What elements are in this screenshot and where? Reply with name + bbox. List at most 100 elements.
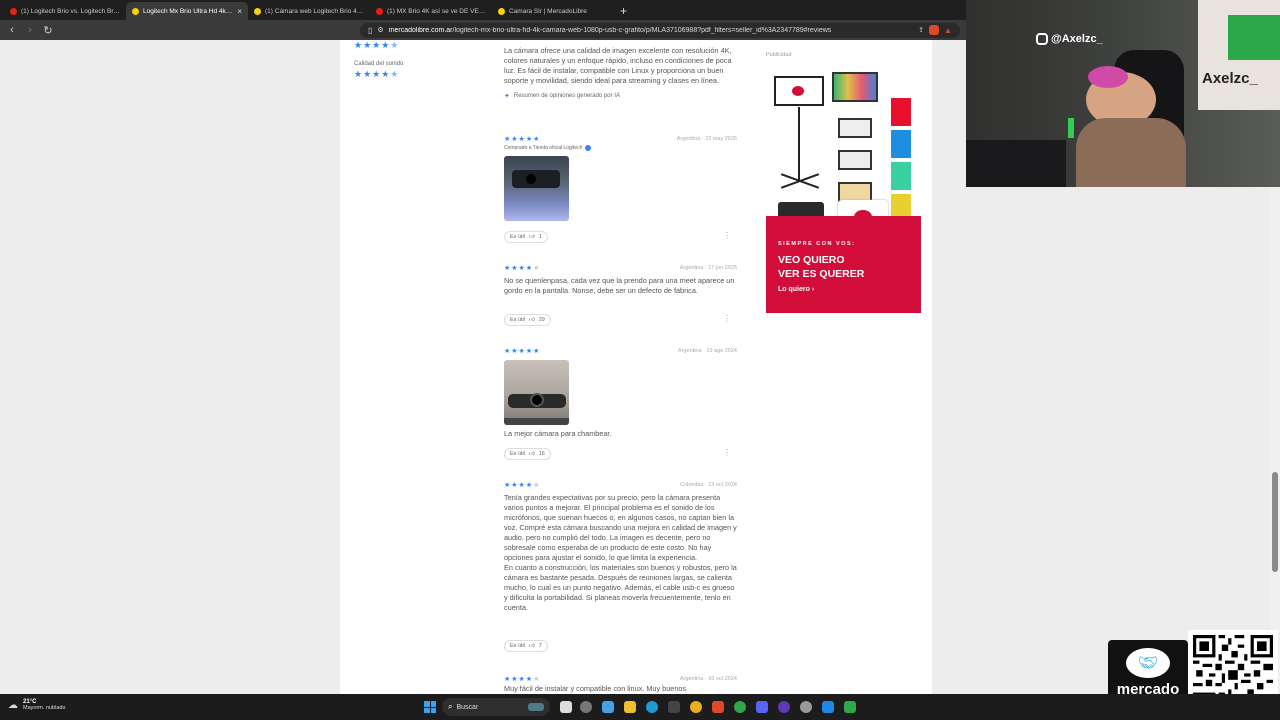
file-explorer-icon[interactable]: [624, 701, 636, 713]
mercadolibre-favicon-icon: [132, 7, 139, 15]
camera-app-icon[interactable]: [580, 701, 592, 713]
helpful-button[interactable]: Es útil 👍︎ 1: [504, 231, 548, 243]
ad-banner[interactable]: SIEMPRE CON VOS: VEO QUIERO VER ES QUERE…: [766, 216, 921, 313]
thumbs-up-icon: 👍︎: [528, 451, 535, 457]
tab-label: Logitech Mx Brio Ultra Hd 4k Ca: [143, 7, 234, 15]
tab-label: (1) Cámara web Logitech Brio 4K 90: [265, 7, 364, 15]
url-text: mercadolibre.com.ar/logitech-mx-brio-ult…: [388, 26, 832, 34]
more-options-icon[interactable]: ⋮: [723, 448, 731, 457]
close-icon[interactable]: ×: [237, 7, 242, 16]
browser-tab[interactable]: (1) MX Brio 4K así se ve DE VERDAD: [370, 2, 492, 20]
helpful-button[interactable]: Es útil 👍︎ 16: [504, 448, 551, 460]
browser-tab[interactable]: (1) Cámara web Logitech Brio 4K 90: [248, 2, 370, 20]
ad-headline-1: VEO QUIERO: [778, 254, 845, 266]
ad-label: Publicidad: [766, 52, 792, 58]
review-card: ★★★★★ Argentina · 16 oct 2024 Muy fácil …: [504, 675, 737, 694]
instagram-handle: @Axelzc_: [1036, 33, 1103, 45]
browser-tab-bar: (1) Logitech Brio vs. Logitech Brio MX L…: [0, 0, 966, 20]
purchase-note-row: Comprado a Tienda oficial Logitech: [504, 145, 737, 151]
review-meta: Argentina · 22 may 2025: [676, 136, 737, 142]
weather-widget[interactable]: ☁ 21°C Mayorm. nublado: [8, 699, 66, 711]
ad-cta[interactable]: Lo quiero ›: [778, 286, 814, 293]
new-tab-button[interactable]: +: [614, 4, 633, 20]
task-view-icon[interactable]: [560, 701, 572, 713]
cloud-icon: ☁: [8, 699, 18, 711]
wall-text: Axelzc_: [1202, 70, 1258, 87]
star-rating: ★★★★★: [354, 40, 400, 50]
helpful-button[interactable]: Es útil 👍︎ 7: [504, 640, 548, 652]
screen: (1) Logitech Brio vs. Logitech Brio MX L…: [0, 0, 1280, 720]
ai-note: Resumen de opiniones generado por IA: [513, 93, 620, 99]
review-card: ★★★★★ Argentina · 17 jun 2025 No se quen…: [504, 264, 737, 334]
youtube-favicon-icon: [376, 7, 383, 15]
tab-label: (1) MX Brio 4K así se ve DE VERDAD: [387, 7, 486, 15]
settings-icon[interactable]: [800, 701, 812, 713]
reload-icon[interactable]: ↻: [42, 24, 54, 37]
site-info-icon[interactable]: ⚙: [377, 26, 383, 34]
review-card: ★★★★★ Argentina · 19 ago 2024 La mejor c…: [504, 347, 737, 465]
summary-text: La cámara ofrece una calidad de imagen e…: [504, 46, 732, 85]
obs-icon[interactable]: [778, 701, 790, 713]
ai-summary: La cámara ofrece una calidad de imagen e…: [504, 46, 737, 100]
back-icon[interactable]: ‹: [6, 24, 18, 36]
review-meta: Colombia · 13 oct 2024: [680, 482, 737, 488]
review-card: ★★★★★ Colombia · 13 oct 2024 Tenía grand…: [504, 481, 737, 661]
brave-rewards-icon[interactable]: ▲: [944, 26, 952, 35]
review-photo[interactable]: [504, 156, 569, 221]
edge-icon[interactable]: [646, 701, 658, 713]
rating-breakdown: ★★★★★ Calidad del sonido ★★★★★: [354, 40, 403, 80]
browser-toolbar: ‹ › ↻ ▯ ⚙ mercadolibre.com.ar/logitech-m…: [0, 20, 966, 40]
xbox-app-icon[interactable]: [844, 701, 856, 713]
bookmark-icon[interactable]: ▯: [368, 26, 372, 35]
windows-taskbar: ☁ 21°C Mayorm. nublado ⌕ Buscar: [0, 694, 1280, 720]
helpful-button[interactable]: Es útil 👍︎ 29: [504, 314, 551, 326]
tab-label: (1) Logitech Brio vs. Logitech Brio MX: [21, 7, 120, 15]
thumbs-up-icon: 👍︎: [528, 643, 535, 649]
handshake-icon: 🤝︎: [1126, 648, 1170, 678]
browser-tab-active[interactable]: Logitech Mx Brio Ultra Hd 4k Ca ×: [126, 2, 248, 20]
ad-tagline: SIEMPRE CON VOS:: [778, 241, 856, 247]
verified-icon: [585, 145, 592, 151]
brave-shield-icon[interactable]: [929, 25, 940, 35]
browser-tab[interactable]: Camara Slr | MercadoLibre: [492, 2, 614, 20]
page-scrollbar[interactable]: [1270, 187, 1280, 694]
taskbar-search[interactable]: ⌕ Buscar: [442, 698, 550, 716]
purchase-note: Comprado a Tienda oficial Logitech: [504, 145, 583, 151]
brave-icon[interactable]: [712, 701, 724, 713]
review-meta: Argentina · 16 oct 2024: [679, 676, 737, 682]
review-text: Muy fácil de instalar y compatible con l…: [504, 684, 687, 693]
advertisement[interactable]: SIEMPRE CON VOS: VEO QUIERO VER ES QUERE…: [766, 62, 921, 313]
sparkle-icon: ✦: [504, 93, 510, 100]
app-icon[interactable]: [822, 701, 834, 713]
more-options-icon[interactable]: ⋮: [723, 314, 731, 323]
review-text: La mejor cámara para chambear.: [504, 429, 612, 438]
sound-quality-label: Calidad del sonido: [354, 61, 404, 67]
forward-icon[interactable]: ›: [24, 24, 36, 36]
streamer-webcam: Axelzc_ @Axelzc_: [966, 0, 1280, 187]
review-card: ★★★★★ Argentina · 22 may 2025 Comprado a…: [504, 135, 737, 250]
search-placeholder: Buscar: [456, 703, 479, 711]
address-bar[interactable]: ▯ ⚙ mercadolibre.com.ar/logitech-mx-brio…: [360, 22, 960, 38]
share-icon[interactable]: ⇪: [918, 26, 924, 34]
mercadolibre-favicon-icon: [498, 7, 505, 15]
store-icon[interactable]: [668, 701, 680, 713]
discord-icon[interactable]: [756, 701, 768, 713]
more-options-icon[interactable]: ⋮: [723, 231, 731, 240]
search-icon: ⌕: [448, 702, 453, 711]
start-button[interactable]: [424, 701, 436, 713]
review-text: No se quenlenpasa, cada vez que la prend…: [504, 276, 735, 295]
review-text: Tenía grandes expectativas por su precio…: [504, 493, 737, 612]
thumbs-up-icon: 👍︎: [528, 317, 535, 323]
photos-app-icon[interactable]: [602, 701, 614, 713]
instagram-icon: [1036, 33, 1048, 45]
scrollbar-thumb[interactable]: [1272, 472, 1278, 572]
youtube-favicon-icon: [10, 7, 17, 15]
review-photo[interactable]: [504, 360, 569, 425]
chrome-icon[interactable]: [690, 701, 702, 713]
review-meta: Argentina · 19 ago 2024: [677, 348, 737, 354]
xbox-icon[interactable]: [734, 701, 746, 713]
star-rating: ★★★★★: [354, 69, 400, 79]
browser-tab[interactable]: (1) Logitech Brio vs. Logitech Brio MX: [4, 2, 126, 20]
ai-note-row: ✦ Resumen de opiniones generado por IA: [504, 92, 737, 100]
mercadolibre-favicon-icon: [254, 7, 261, 15]
